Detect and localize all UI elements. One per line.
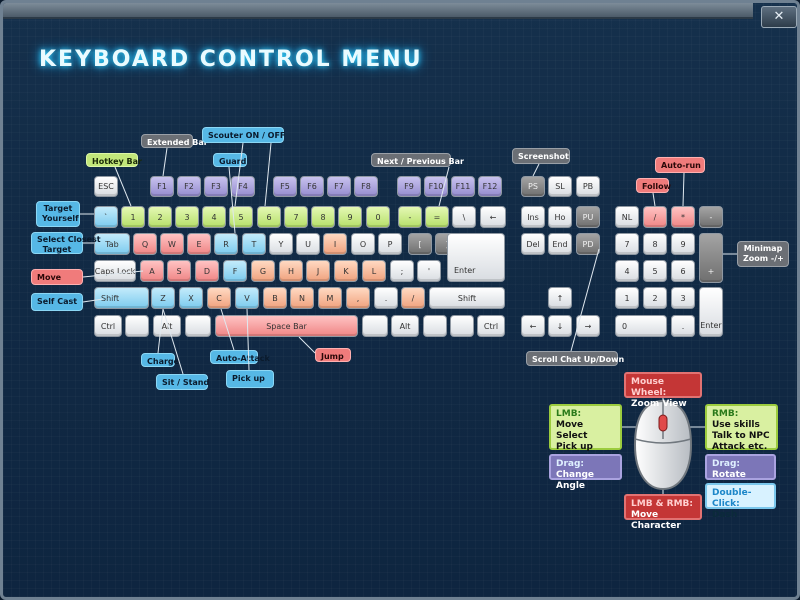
- leader-line: [532, 163, 540, 177]
- leader-line: [246, 308, 250, 371]
- leader-line: [82, 298, 104, 303]
- double-click-heading: Double-Click:: [712, 488, 752, 509]
- right-drag-text: Rotate: [712, 470, 746, 480]
- keyboard-control-window: ✕ KEYBOARD CONTROL MENU ESC F1 F2 F3 F4 F5 F6 F…: [0, 0, 800, 600]
- leader-line: [570, 248, 600, 352]
- leader-line: [162, 308, 184, 375]
- rmb-line: Attack etc.: [712, 442, 768, 452]
- lmb-line: Select: [556, 431, 588, 441]
- lmb-rmb-info: LMB & RMB: Move Character: [624, 494, 702, 531]
- mouse-icon: [633, 399, 693, 491]
- leader-line: [682, 172, 685, 207]
- double-click-info: Double-Click: Dash: [705, 483, 776, 520]
- lmb-line: Move: [556, 420, 584, 430]
- leader-line: [298, 336, 316, 354]
- rmb-line: Use skills: [712, 420, 760, 430]
- mouse-illustration: [631, 399, 695, 491]
- lmb-rmb-text: Move Character: [631, 510, 681, 531]
- lmb-rmb-heading: LMB & RMB:: [631, 499, 694, 509]
- leader-line: [114, 166, 132, 207]
- leader-line: [228, 166, 236, 234]
- leader-line: [157, 308, 164, 354]
- rmb-line: Talk to NPC: [712, 431, 770, 441]
- double-click-text: Dash: [712, 510, 738, 520]
- leader-line: [234, 142, 244, 207]
- left-drag-info: Drag: Change Angle: [549, 454, 622, 491]
- left-drag-text: Change Angle: [556, 470, 595, 491]
- rmb-heading: RMB:: [712, 409, 739, 419]
- mouse-wheel-info: Mouse Wheel: Zoom View: [624, 372, 702, 409]
- right-drag-info: Drag: Rotate: [705, 454, 776, 480]
- mouse-wheel-text: Zoom View: [631, 399, 687, 409]
- leader-line: [652, 192, 656, 207]
- leader-line: [162, 147, 168, 177]
- leader-line: [220, 308, 235, 351]
- leader-line: [264, 142, 272, 207]
- lmb-heading: LMB:: [556, 409, 582, 419]
- rmb-info: RMB: Use skills Talk to NPC Attack etc.: [705, 404, 778, 452]
- leader-line: [438, 166, 450, 207]
- lmb-info: LMB: Move Select Pick up etc.: [549, 404, 622, 463]
- right-drag-heading: Drag:: [712, 459, 741, 469]
- mouse-wheel-heading: Mouse Wheel:: [631, 377, 667, 398]
- leader-line: [82, 270, 144, 278]
- left-drag-heading: Drag:: [556, 459, 585, 469]
